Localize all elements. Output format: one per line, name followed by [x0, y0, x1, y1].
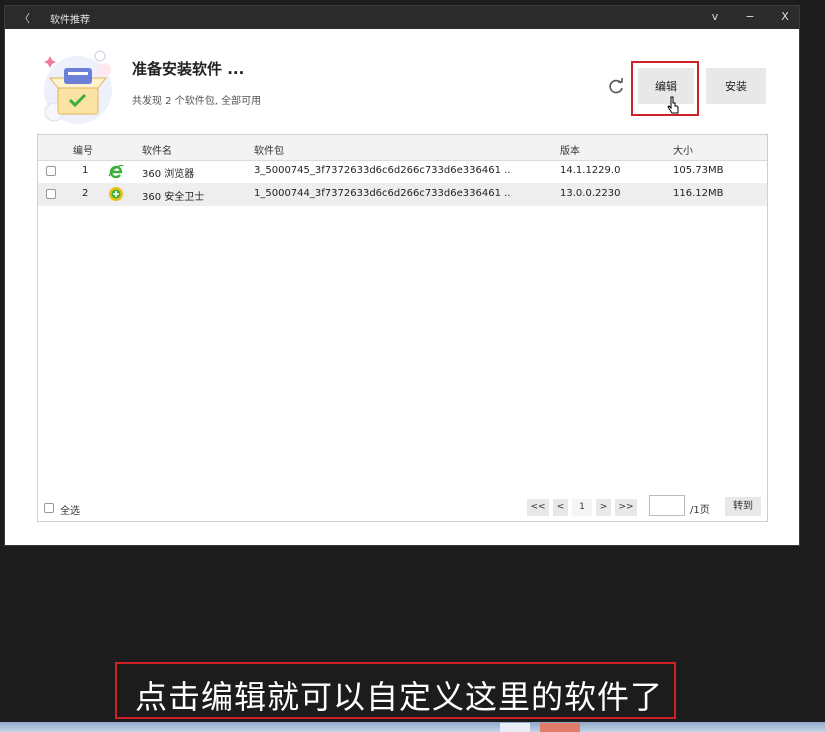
row-version: 13.0.0.2230 [560, 188, 621, 199]
back-icon[interactable]: 〈 [19, 10, 30, 26]
dropdown-icon[interactable]: v [705, 9, 725, 25]
row-checkbox[interactable] [46, 166, 56, 176]
taskbar [0, 722, 825, 732]
software-recommend-window: 〈 软件推荐 v − X 准备安装软件 ... 共发现 2 个软件包, 全部可用… [4, 5, 800, 546]
column-header-package: 软件包 [254, 146, 284, 157]
software-table: 编号 软件名 软件包 版本 大小 1 360 浏览器 3_5000745_3f7… [37, 134, 768, 522]
column-header-no: 编号 [73, 146, 93, 157]
table-row[interactable]: 2 360 安全卫士 1_5000744_3f7372633d6c6d266c7… [38, 183, 767, 206]
current-page-button[interactable]: 1 [572, 499, 592, 516]
taskbar-item[interactable] [540, 723, 580, 732]
table-row[interactable]: 1 360 浏览器 3_5000745_3f7372633d6c6d266c73… [38, 160, 767, 183]
goto-page-button[interactable]: 转到 [725, 497, 761, 516]
next-page-button[interactable]: > [596, 499, 611, 516]
column-header-size: 大小 [673, 146, 693, 157]
window-title: 软件推荐 [50, 15, 90, 26]
row-size: 105.73MB [673, 165, 724, 176]
row-no: 1 [82, 165, 89, 176]
page-number-input[interactable] [649, 495, 685, 516]
title-bar: 〈 软件推荐 v − X [5, 6, 799, 29]
row-size: 116.12MB [673, 188, 724, 199]
install-button[interactable]: 安装 [706, 68, 766, 104]
page-title: 准备安装软件 ... [132, 60, 245, 78]
row-checkbox[interactable] [46, 189, 56, 199]
minimize-button[interactable]: − [740, 9, 760, 25]
table-footer: 全选 << < 1 > >> /1页 转到 [38, 495, 767, 519]
prev-page-button[interactable]: < [553, 499, 568, 516]
column-header-version: 版本 [560, 146, 580, 157]
row-version: 14.1.1229.0 [560, 165, 621, 176]
row-name: 360 安全卫士 [142, 192, 205, 203]
row-package: 3_5000745_3f7372633d6c6d266c733d6e336461… [254, 165, 511, 176]
select-all-checkbox[interactable] [44, 503, 54, 513]
video-caption: 点击编辑就可以自定义这里的软件了 [135, 678, 664, 716]
ie-browser-icon [108, 164, 124, 179]
refresh-icon[interactable] [606, 77, 626, 97]
install-box-icon [44, 50, 112, 124]
table-header: 编号 软件名 软件包 版本 大小 [38, 135, 767, 161]
close-button[interactable]: X [775, 9, 795, 25]
row-no: 2 [82, 188, 89, 199]
last-page-button[interactable]: >> [615, 499, 637, 516]
mouse-cursor-icon [667, 96, 679, 114]
row-package: 1_5000744_3f7372633d6c6d266c733d6e336461… [254, 188, 511, 199]
first-page-button[interactable]: << [527, 499, 549, 516]
360-safe-icon [109, 187, 123, 201]
total-pages-label: /1页 [690, 505, 710, 516]
column-header-name: 软件名 [142, 146, 172, 157]
row-name: 360 浏览器 [142, 169, 195, 180]
package-summary: 共发现 2 个软件包, 全部可用 [132, 96, 262, 107]
select-all-label[interactable]: 全选 [60, 502, 80, 517]
taskbar-item[interactable] [500, 723, 530, 732]
